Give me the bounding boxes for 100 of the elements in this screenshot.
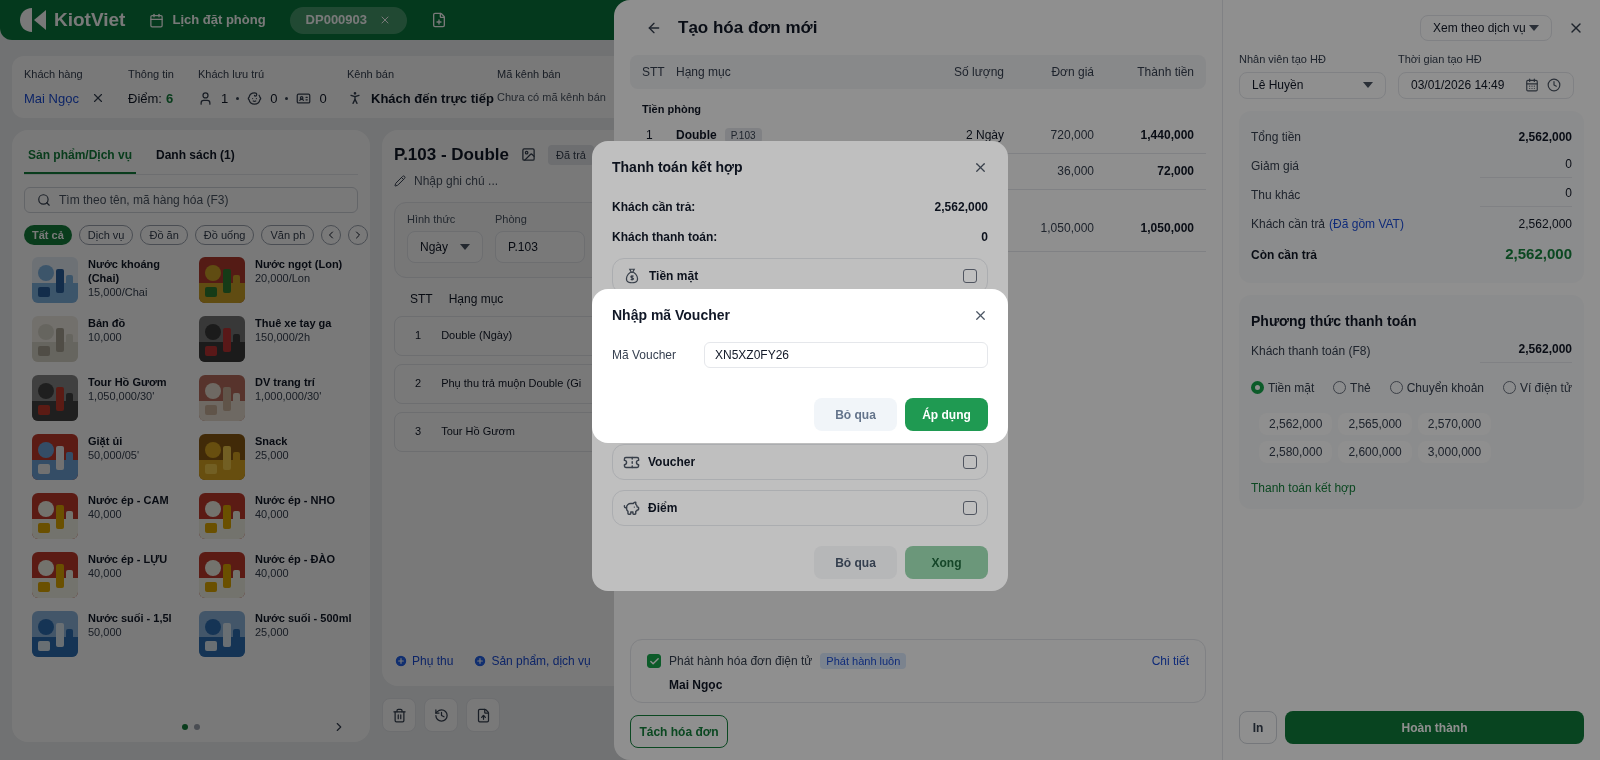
print-button[interactable]: In [1239, 711, 1277, 744]
quick-amount-chip[interactable]: 2,580,000 [1259, 440, 1333, 463]
note-placeholder[interactable]: Nhập ghi chú ... [414, 171, 499, 190]
file-upload-icon [475, 707, 491, 723]
details-link[interactable]: Chi tiết [1151, 652, 1189, 670]
status-badge: Đã trả [547, 144, 594, 165]
quick-amount-chip[interactable]: 2,562,000 [1259, 412, 1333, 435]
product-name: Nước ép - NHO [255, 493, 336, 507]
amount-label: Khách cần trả: [612, 199, 696, 216]
quantity: 2 Ngày [964, 127, 1004, 144]
method-label: Voucher [648, 454, 696, 471]
column-header: Số lượng [953, 64, 1004, 81]
guest-count: 0 [270, 89, 278, 108]
upload-file-button[interactable] [466, 698, 500, 732]
summary-input[interactable]: 0 [1480, 183, 1572, 207]
new-file-icon[interactable] [431, 12, 448, 28]
room-field[interactable]: P.103 [495, 231, 585, 263]
quick-amount-chip[interactable]: 2,570,000 [1417, 412, 1492, 435]
clock-icon[interactable] [1547, 78, 1561, 92]
view-select[interactable]: Xem theo dịch vụ [1420, 14, 1552, 41]
invoice-customer-name: Mai Ngọc [669, 677, 724, 694]
checkbox[interactable] [963, 501, 977, 515]
amount-label: Khách thanh toán: [612, 229, 718, 246]
cancel-button[interactable]: Bỏ qua [814, 546, 897, 579]
quick-amount-chip[interactable]: 2,565,000 [1338, 412, 1412, 435]
pencil-icon [394, 174, 406, 187]
checkbox[interactable] [963, 269, 977, 283]
split-invoice-button[interactable]: Tách hóa đơn [630, 715, 728, 748]
product-card[interactable]: Nước ép - ĐÀO 40,000 [199, 552, 358, 599]
product-card[interactable]: Nước suối - 1,5l 50,000 [32, 611, 191, 658]
complete-button[interactable]: Hoàn thành [1285, 711, 1584, 744]
dialog-title: Nhập mã Voucher [612, 306, 730, 325]
issue-now-badge: Phát hành luôn [820, 652, 907, 670]
product-card[interactable]: Nước ngọt (Lon) 20,000/Lon [199, 257, 358, 304]
product-card[interactable]: Nước suối - 500ml 25,000 [199, 611, 358, 658]
checkbox[interactable] [963, 455, 977, 469]
product-name: Nước suối - 500ml [255, 611, 353, 625]
quick-amount-chip[interactable]: 3,000,000 [1417, 440, 1492, 463]
product-card[interactable]: Bản đồ 10,000 [32, 316, 191, 363]
column-header: STT [410, 290, 433, 308]
date-time-field[interactable]: 03/01/2026 14:49 [1398, 71, 1574, 99]
product-name: Giặt ủi [88, 434, 124, 448]
column-header: Đơn giá [1050, 64, 1094, 81]
payment-method-radio[interactable]: Chuyển khoản [1389, 378, 1485, 397]
product-card[interactable]: Tour Hồ Gươm 1,050,000/30' [32, 375, 191, 422]
unit-price: 36,000 [1056, 163, 1094, 180]
payment-method-option[interactable]: Điểm [612, 490, 988, 526]
delete-button[interactable] [382, 698, 416, 732]
combined-payment-link[interactable]: Thanh toán kết hợp [1251, 478, 1572, 497]
product-name: Snack [255, 434, 289, 448]
close-icon[interactable] [973, 308, 988, 323]
info-label: Mã kênh bán [497, 67, 562, 82]
apply-button[interactable]: Áp dụng [905, 398, 988, 431]
payment-method-radio[interactable]: Thẻ [1333, 378, 1371, 397]
row-number: 3 [415, 424, 422, 440]
booking-calendar-link[interactable]: Lịch đặt phòng [149, 10, 266, 30]
product-card[interactable]: Nước ép - CAM 40,000 [32, 493, 191, 540]
calendar-icon[interactable] [1525, 78, 1539, 92]
product-card[interactable]: Nước khoáng (Chai) 15,000/Chai [32, 257, 191, 304]
unit-price: 1,050,000 [1039, 220, 1094, 237]
user-icon [198, 90, 213, 106]
rate-type-select[interactable]: Ngày [407, 231, 483, 263]
payment-method-option[interactable]: Voucher [612, 444, 988, 480]
product-card[interactable]: Thuê xe tay ga 150,000/2h [199, 316, 358, 363]
product-price: 10,000 [88, 330, 123, 344]
category-chip[interactable]: Tất cả [24, 225, 72, 245]
info-label: Khách lưu trú [198, 67, 266, 82]
checkbox[interactable] [647, 654, 661, 668]
method-label: Điểm [648, 500, 678, 517]
summary-input[interactable]: 0 [1480, 154, 1572, 178]
column-header: STT [642, 64, 666, 81]
panel-tab[interactable]: Sản phẩm/Dịch vụ [24, 146, 137, 174]
product-card[interactable]: Snack 25,000 [199, 434, 358, 481]
line-total: 1,050,000 [1139, 220, 1194, 237]
payment-method-radio[interactable]: Ví điện tử [1502, 378, 1572, 397]
staff-select[interactable]: Lê Huyền [1239, 71, 1386, 99]
product-card[interactable]: Giặt ủi 50,000/05' [32, 434, 191, 481]
voucher-code-input[interactable]: XN5XZ0FY26 [704, 342, 988, 368]
service-name: Phụ thu trả muộn Double (Gi [441, 376, 582, 392]
search-field[interactable]: Tìm theo tên, mã hàng hóa (F3) [24, 187, 358, 213]
product-card[interactable]: DV trang trí 1,000,000/30' [199, 375, 358, 422]
close-icon[interactable] [973, 160, 988, 175]
row-number: 1 [645, 127, 654, 144]
add-link[interactable]: Sản phẩm, dịch vụ [473, 652, 591, 670]
quick-amount-chip[interactable]: 2,600,000 [1338, 440, 1412, 463]
product-name: Nước khoáng (Chai) [88, 257, 161, 285]
add-link[interactable]: Phụ thu [394, 652, 454, 670]
panel-tab[interactable]: Danh sách (1) [152, 146, 239, 174]
product-price: 50,000 [88, 625, 123, 639]
history-button[interactable] [424, 698, 458, 732]
cancel-button[interactable]: Bỏ qua [814, 398, 897, 431]
field-label: Nhân viên tạo HĐ [1239, 52, 1327, 67]
product-card[interactable]: Nước ép - LỰU 40,000 [32, 552, 191, 599]
customer-link[interactable]: Mai Ngọc [24, 88, 79, 108]
dropdown-caret-icon [460, 244, 470, 250]
payment-method-radio[interactable]: Tiền mặt [1251, 378, 1315, 397]
image-icon [520, 147, 536, 163]
product-card[interactable]: Nước ép - NHO 40,000 [199, 493, 358, 540]
channel-code-field[interactable]: Chưa có mã kênh bán [497, 88, 606, 105]
paid-input[interactable]: 2,562,000 [1480, 339, 1572, 363]
